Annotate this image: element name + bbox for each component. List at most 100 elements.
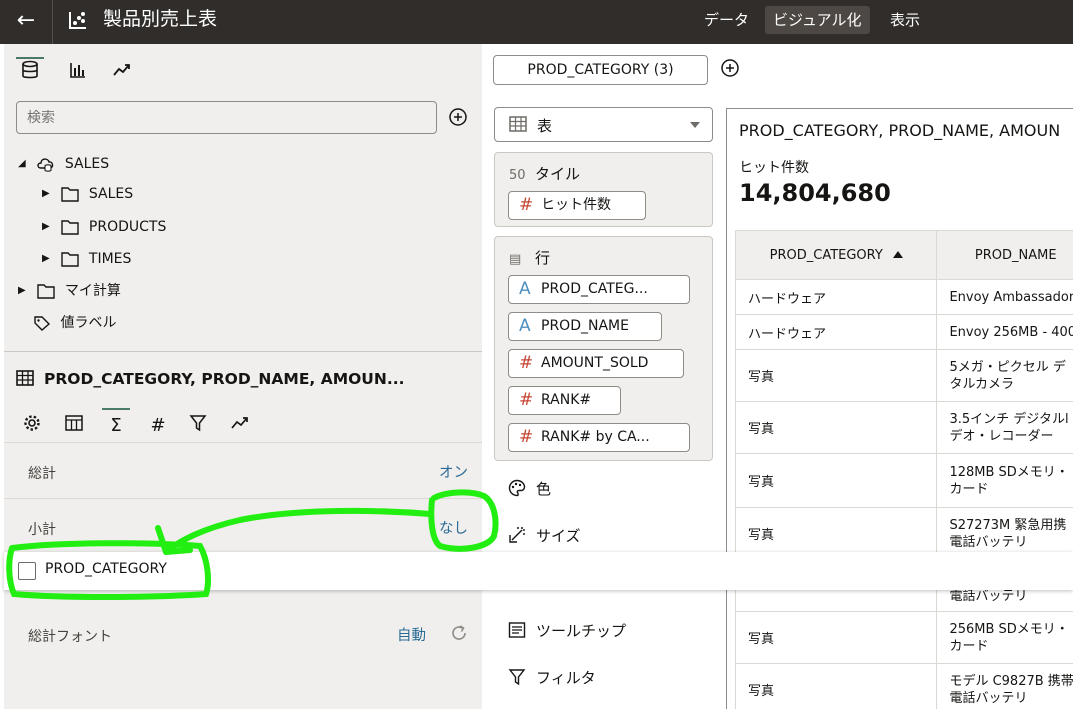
table-row: 写真 128MB SDメモリ・ カード [734,453,1073,508]
table-header-row: PROD_CATEGORY PROD_NAME [734,230,1073,280]
refresh-icon[interactable] [450,624,468,642]
row-pill-rank[interactable]: # RANK# [508,386,621,415]
cloud-database-icon [37,158,54,172]
table-cell: モデル C9827B 携帯 電話バッテリ [936,663,1073,709]
collapsed-triangle-icon[interactable]: ▶ [42,215,56,239]
hash-icon: # [519,195,534,215]
tab-data[interactable]: データ [696,6,757,34]
analytics-icon[interactable] [108,60,136,86]
folder-icon [61,187,80,202]
attribute-icon: A [519,279,531,299]
palette-icon [508,479,526,497]
table-cell: ハードウェア [734,314,938,350]
add-circle-icon[interactable] [720,58,740,78]
tree-item-label: TIMES [88,251,132,267]
tree-item-my-calculations[interactable]: ▶ マイ計算 [18,279,121,303]
table-cell: ハードウェア [734,279,938,315]
visualization-title: PROD_CATEGORY, PROD_NAME, AMOUN... [16,370,405,388]
gear-icon[interactable] [20,414,44,438]
tooltip-icon [508,622,526,638]
add-circle-icon[interactable] [448,107,468,127]
table-cell: 3.5インチ デジタルl デオ・レコーダー [936,401,1073,454]
table-cell: 128MB SDメモリ・ カード [936,453,1073,508]
prod-category-checkbox[interactable] [18,562,36,580]
tab-present[interactable]: 表示 [882,6,928,34]
filter-icon[interactable] [186,414,210,438]
sort-ascending-icon[interactable] [892,250,903,258]
prod-category-option-label[interactable]: PROD_CATEGORY [45,561,167,577]
tile-header: 50 タイル [509,165,581,183]
folder-icon [61,220,80,235]
table-cell: 5メガ・ピクセル デ タルカメラ [936,349,1073,402]
chart-icon[interactable] [64,60,92,86]
total-font-row: 総計フォント 自動 [4,606,482,662]
tile-pill-hit-count[interactable]: # ヒット件数 [508,191,646,220]
row-pill-prod-name[interactable]: A PROD_NAME [508,312,662,341]
row-pill-amount-sold[interactable]: # AMOUNT_SOLD [508,349,684,378]
back-arrow-icon[interactable]: ← [12,8,40,36]
table-cell: 写真 [734,611,938,664]
tag-icon [34,316,51,331]
hash-icon[interactable]: # [146,414,170,438]
data-icon[interactable] [16,57,44,86]
table-row: ハードウェア Envoy Ambassador [734,279,1073,315]
filter-drop-target[interactable]: フィルタ [508,666,596,690]
table-icon[interactable] [62,414,86,438]
row-pill-rank-by-category[interactable]: # RANK# by CA... [508,423,690,452]
table-cell: Envoy 256MB - 400 [936,314,1073,350]
sigma-icon[interactable]: Σ [102,408,130,438]
total-font-value[interactable]: 自動 [397,624,426,645]
chevron-down-icon [690,122,700,128]
table-cell: 写真 [734,349,938,402]
grand-total-label: 総計 [28,466,56,482]
color-drop-target[interactable]: 色 [508,477,551,501]
tree-item-label: マイ計算 [64,283,121,299]
visualization-type-select[interactable]: 表 [494,107,713,142]
table-row: ハードウェア Envoy 256MB - 400 [734,314,1073,350]
tree-item-sales-folder[interactable]: ▶ SALES [42,182,133,206]
subtotal-label: 小計 [28,522,56,538]
hash-icon: # [519,427,534,447]
search-input[interactable] [16,101,437,134]
panel-divider [4,351,482,352]
tree-item-products-folder[interactable]: ▶ PRODUCTS [42,215,166,239]
column-header-prod-name[interactable]: PROD_NAME [936,230,1073,280]
tree-item-sales-source[interactable]: ◢ SALES [18,152,109,176]
tree-item-times-folder[interactable]: ▶ TIMES [42,247,131,271]
collapsed-triangle-icon[interactable]: ▶ [42,247,56,271]
tree-item-label: 値ラベル [60,315,117,331]
column-header-prod-category[interactable]: PROD_CATEGORY [734,230,938,280]
tooltip-drop-target[interactable]: ツールチップ [508,619,626,643]
size-drop-target[interactable]: サイズ [508,524,581,548]
grand-total-value[interactable]: オン [439,461,468,482]
kpi-value: 14,804,680 [739,179,891,207]
tree-item-label: SALES [64,156,110,172]
workbook-title: 製品別売上表 [103,8,218,30]
rows-section: ▤ 行 A PROD_CATEG... A PROD_NAME # AMOUNT_SOL… [494,236,713,461]
expanded-triangle-icon[interactable]: ◢ [18,152,32,176]
tree-item-label: PRODUCTS [88,219,167,235]
table-cell: 256MB SDメモリ・ カード [936,611,1073,664]
kpi-label: ヒット件数 [739,160,809,176]
visualization-title-text: PROD_CATEGORY, PROD_NAME, AMOUN... [44,370,405,388]
resize-icon [509,527,525,543]
visualization-canvas: PROD_CATEGORY, PROD_NAME, AMOUN ヒット件数 14… [726,108,1073,709]
collapsed-triangle-icon[interactable]: ▶ [18,279,32,303]
tile-icon: 50 [509,168,526,183]
folder-icon [37,284,56,299]
tree-item-value-labels[interactable]: 値ラベル [32,311,116,335]
data-panel: ◢ SALES ▶ SALES ▶ PRODUCTS ▶ TIMES ▶ マイ計… [4,44,482,709]
filter-pill[interactable]: PROD_CATEGORY (3) [493,55,708,85]
table-row: 写真 256MB SDメモリ・ カード [734,611,1073,664]
subtotal-value[interactable]: なし [439,517,468,538]
row-pill-prod-category[interactable]: A PROD_CATEG... [508,275,690,304]
table-row: 写真 5メガ・ピクセル デ タルカメラ [734,349,1073,402]
rows-icon: ▤ [509,252,522,267]
subtotal-options-popup: PROD_CATEGORY [4,552,1073,590]
tree-item-label: SALES [88,186,134,202]
tile-section: 50 タイル # ヒット件数 [494,152,713,227]
table-cell: Envoy Ambassador [936,279,1073,315]
analytics-icon[interactable] [228,414,252,438]
tab-visualize[interactable]: ビジュアル化 [765,6,870,34]
collapsed-triangle-icon[interactable]: ▶ [42,182,56,206]
